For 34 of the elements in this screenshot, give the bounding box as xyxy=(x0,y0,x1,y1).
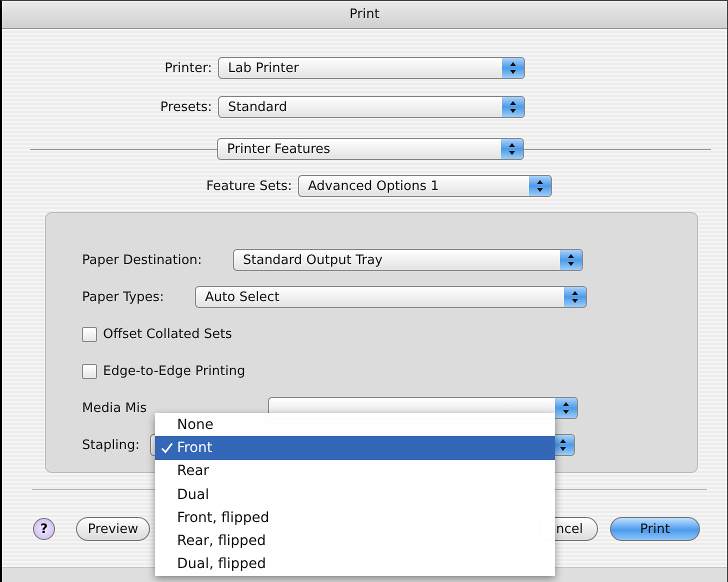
menu-item[interactable]: Front xyxy=(155,436,555,460)
popup-menu[interactable]: Advanced Options 1 xyxy=(298,175,552,197)
check-icon xyxy=(161,442,173,454)
menu-item[interactable]: Dual xyxy=(155,482,555,506)
menu-item[interactable]: Rear xyxy=(155,460,555,483)
dialog-button[interactable]: Preview xyxy=(76,517,150,541)
field-label: Feature Sets: xyxy=(205,178,292,194)
field-label: Presets: xyxy=(159,100,212,114)
window-title: Print xyxy=(350,7,380,22)
popup-menu[interactable]: Lab Printer xyxy=(218,57,525,79)
checkbox-label: Offset Collated Sets xyxy=(103,326,232,342)
menu-item[interactable]: Dual, flipped xyxy=(155,552,555,576)
help-button[interactable]: ? xyxy=(33,518,55,540)
popup-menu[interactable]: Auto Select xyxy=(195,286,587,308)
popup-arrows-icon xyxy=(560,250,582,270)
checkbox[interactable] xyxy=(82,364,97,378)
field-label: Media Mis xyxy=(82,400,148,416)
popup-menu[interactable]: Standard Output Tray xyxy=(233,249,583,271)
field-label: Paper Destination: xyxy=(82,252,203,268)
popup-menu[interactable]: Standard xyxy=(218,96,525,118)
popup-arrows-icon xyxy=(502,58,524,78)
menu-item[interactable]: None xyxy=(155,413,555,436)
popup-arrows-icon xyxy=(529,176,551,196)
field-label: Stapling: xyxy=(82,438,141,452)
popup-menu[interactable]: Printer Features xyxy=(217,138,524,160)
checkbox-label: Edge-to-Edge Printing xyxy=(103,364,246,378)
field-label: Printer: xyxy=(164,60,212,76)
dialog-button[interactable]: Print xyxy=(610,517,700,541)
popup-arrows-icon xyxy=(564,287,586,307)
checkbox[interactable] xyxy=(82,326,97,342)
popup-arrows-icon xyxy=(501,139,523,159)
popup-arrows-icon xyxy=(502,97,524,117)
field-label: Paper Types: xyxy=(82,290,165,304)
popup-arrows-icon xyxy=(555,398,577,418)
